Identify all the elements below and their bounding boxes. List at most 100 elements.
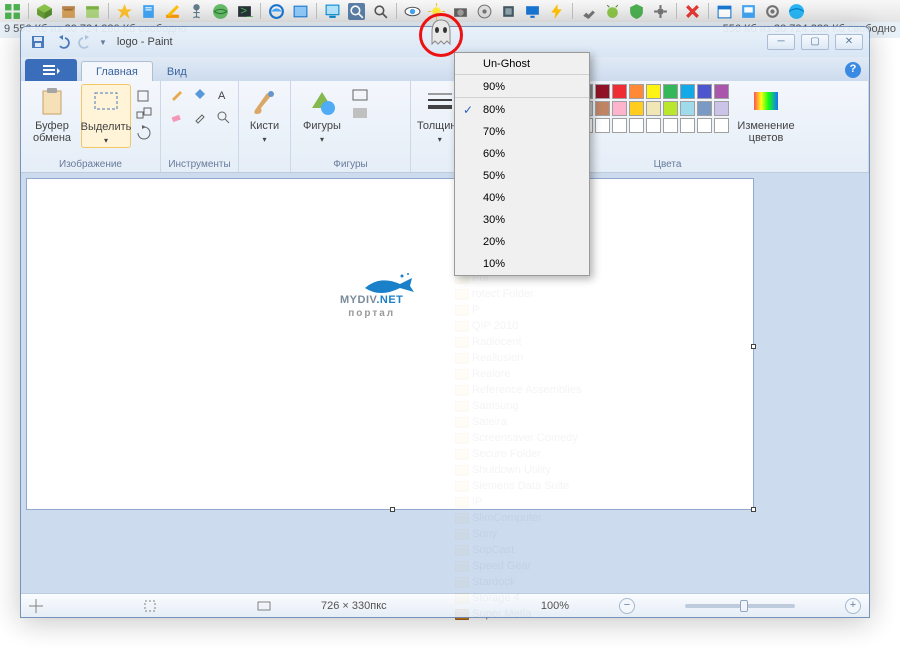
panel-label-tools: Инструменты	[167, 158, 232, 171]
dock-icon[interactable]	[604, 3, 621, 20]
eraser-icon[interactable]	[167, 107, 187, 127]
opacity-menu: Un-Ghost 90%✓80%70%60%50%40%30%20%10%	[454, 52, 590, 276]
tab-home[interactable]: Главная	[81, 61, 153, 81]
file-menu-button[interactable]	[25, 59, 77, 81]
color-swatch[interactable]	[595, 84, 610, 99]
qat-redo-icon[interactable]	[75, 31, 97, 53]
minimize-button[interactable]: ─	[767, 34, 795, 50]
color-swatch[interactable]	[714, 101, 729, 116]
color-swatch[interactable]	[663, 101, 678, 116]
color-swatch[interactable]	[697, 101, 712, 116]
color-swatch[interactable]	[612, 101, 627, 116]
menu-item-opacity[interactable]: 90%	[455, 76, 589, 98]
dock-icon[interactable]	[548, 3, 565, 20]
menu-item-opacity[interactable]: 40%	[455, 187, 589, 209]
dock-icon[interactable]	[140, 3, 157, 20]
dock-icon[interactable]	[4, 3, 21, 20]
color-swatch[interactable]	[697, 84, 712, 99]
dock-icon[interactable]	[628, 3, 645, 20]
panel-label-shapes: Фигуры	[297, 158, 404, 171]
color-swatch[interactable]	[646, 84, 661, 99]
zoom-out-button[interactable]: −	[619, 598, 635, 614]
help-icon[interactable]: ?	[845, 62, 861, 78]
dock-icon[interactable]	[292, 3, 309, 20]
window-title: logo - Paint	[117, 36, 173, 48]
crop-icon[interactable]	[135, 88, 153, 104]
qat-undo-icon[interactable]	[51, 31, 73, 53]
dock-icon[interactable]	[652, 3, 669, 20]
rotate-icon[interactable]	[135, 124, 153, 140]
dock-icon[interactable]	[580, 3, 597, 20]
dock-icon[interactable]	[476, 3, 493, 20]
menu-item-opacity[interactable]: 10%	[455, 253, 589, 275]
color-swatch[interactable]	[612, 84, 627, 99]
color-swatch[interactable]	[680, 101, 695, 116]
dock-icon[interactable]	[372, 3, 389, 20]
dock-icon[interactable]	[740, 3, 757, 20]
color-swatch[interactable]	[663, 84, 678, 99]
canvas[interactable]	[27, 179, 753, 509]
pencil-icon[interactable]	[167, 84, 187, 104]
ribbon-tabs: Главная Вид ?	[21, 57, 869, 81]
close-button[interactable]: ✕	[835, 34, 863, 50]
qat-dropdown-icon[interactable]: ▼	[99, 38, 107, 47]
dock-icon[interactable]	[268, 3, 285, 20]
dock-icon[interactable]	[188, 3, 205, 20]
select-button[interactable]: Выделить▾	[81, 84, 131, 148]
qat-save-icon[interactable]	[27, 31, 49, 53]
color-swatch[interactable]	[680, 84, 695, 99]
shapes-button[interactable]: Фигуры▾	[297, 84, 347, 146]
resize-icon[interactable]	[135, 106, 153, 122]
dock-icon[interactable]	[684, 3, 701, 20]
dock-icon[interactable]	[212, 3, 229, 20]
text-icon[interactable]: A	[213, 84, 233, 104]
canvas-size-icon	[257, 599, 271, 613]
dock-icon[interactable]	[524, 3, 541, 20]
canvas-area[interactable]	[21, 173, 869, 593]
fill-shape-icon[interactable]	[351, 106, 371, 122]
dock-icon[interactable]: >_	[236, 3, 253, 20]
color-swatch[interactable]	[629, 84, 644, 99]
svg-text:>_: >_	[240, 4, 253, 17]
dock-icon[interactable]	[764, 3, 781, 20]
menu-item-opacity[interactable]: 50%	[455, 165, 589, 187]
dock-icon[interactable]	[716, 3, 733, 20]
color-swatch[interactable]	[595, 101, 610, 116]
menu-item-unghost[interactable]: Un-Ghost	[455, 53, 589, 75]
cursor-pos-icon	[29, 599, 43, 613]
menu-item-opacity[interactable]: 60%	[455, 143, 589, 165]
dock-icon[interactable]	[500, 3, 517, 20]
zoom-icon[interactable]	[213, 107, 233, 127]
paint-window: ▼ logo - Paint ─ ▢ ✕ Главная Вид ? Буфер…	[20, 26, 870, 618]
dock-icon[interactable]	[348, 3, 365, 20]
menu-item-opacity[interactable]: 70%	[455, 121, 589, 143]
menu-item-opacity[interactable]: ✓80%	[455, 99, 589, 121]
color-swatch[interactable]	[646, 101, 661, 116]
tab-view[interactable]: Вид	[153, 62, 201, 81]
dock-icon[interactable]	[36, 3, 53, 20]
dock-icon[interactable]	[404, 3, 421, 20]
dock-icon[interactable]	[324, 3, 341, 20]
canvas-dims: 726 × 330пкс	[321, 600, 387, 612]
dock-icon[interactable]	[452, 3, 469, 20]
outline-icon[interactable]	[351, 88, 371, 104]
zoom-slider[interactable]	[685, 604, 795, 608]
ghost-app-icon[interactable]	[428, 18, 454, 48]
dock-icon[interactable]	[788, 3, 805, 20]
color-swatch[interactable]	[629, 101, 644, 116]
maximize-button[interactable]: ▢	[801, 34, 829, 50]
brushes-button[interactable]: Кисти▾	[245, 84, 284, 146]
menu-item-opacity[interactable]: 20%	[455, 231, 589, 253]
dock-icon[interactable]	[164, 3, 181, 20]
dock-icon[interactable]	[60, 3, 77, 20]
picker-icon[interactable]	[190, 107, 210, 127]
dock-icon[interactable]	[116, 3, 133, 20]
dock-icon[interactable]	[84, 3, 101, 20]
edit-colors-button[interactable]: Изменение цветов	[734, 84, 798, 144]
zoom-in-button[interactable]: +	[845, 598, 861, 614]
menu-item-opacity[interactable]: 30%	[455, 209, 589, 231]
dock-icon[interactable]	[428, 3, 445, 20]
paste-button[interactable]: Буфер обмена	[27, 84, 77, 144]
fill-icon[interactable]	[190, 84, 210, 104]
color-swatch[interactable]	[714, 84, 729, 99]
